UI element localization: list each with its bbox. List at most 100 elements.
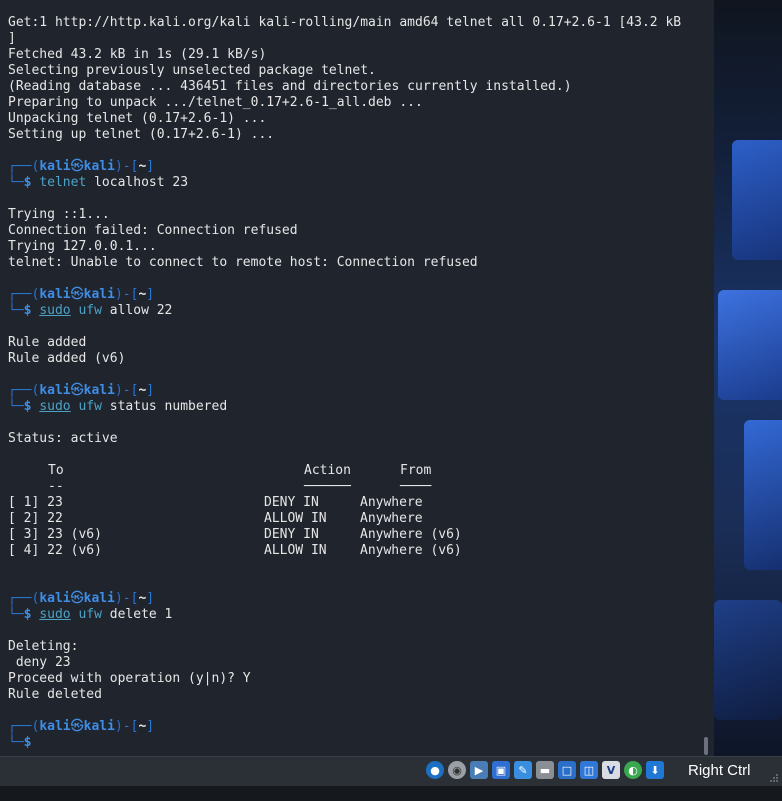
prompt-at-symbol: ㉿ xyxy=(70,719,84,734)
prompt-corner: └─ xyxy=(8,607,24,622)
ufw-table-underline: -- ────── ──── xyxy=(8,479,708,495)
prompt-dollar: $ xyxy=(23,399,32,414)
rule-from: Anywhere (v6) xyxy=(360,543,462,558)
terminal-line: Rule added (v6) xyxy=(8,351,126,366)
terminal-line: Connection failed: Connection refused xyxy=(8,223,298,238)
prompt-frame: ┌──( xyxy=(8,287,40,302)
prompt-corner: └─ xyxy=(8,303,24,318)
terminal-line: Rule added xyxy=(8,335,87,350)
prompt-frame: ┌──( xyxy=(8,159,40,174)
rule-to: [ 3] 23 (v6) xyxy=(8,527,102,542)
column-header-from: From xyxy=(400,463,432,478)
prompt-frame: ] xyxy=(146,719,155,734)
prompt-corner: └─ xyxy=(8,735,24,750)
terminal-line: Setting up telnet (0.17+2.6-1) ... xyxy=(8,127,275,142)
terminal-line: Fetched 43.2 kB in 1s (29.1 kB/s) xyxy=(8,47,267,62)
shared-folders-icon[interactable]: ▬ xyxy=(536,761,554,779)
wallpaper-keycap xyxy=(714,600,782,720)
terminal-window[interactable]: Get:1 http://http.kali.org/kali kali-rol… xyxy=(0,0,714,756)
prompt-frame: ] xyxy=(146,287,155,302)
table-row: [ 4] 22 (v6) ALLOW IN Anywhere (v6) xyxy=(8,543,708,559)
header-underline: ────── xyxy=(304,479,351,494)
wallpaper-keycap xyxy=(732,140,782,260)
table-row: [ 3] 23 (v6) DENY IN Anywhere (v6) xyxy=(8,527,708,543)
prompt-dollar: $ xyxy=(23,735,32,750)
prompt-corner: └─ xyxy=(8,399,24,414)
prompt-frame: ] xyxy=(146,591,155,606)
prompt-at-symbol: ㉿ xyxy=(70,287,84,302)
prompt-frame: ] xyxy=(146,383,155,398)
cpu-icon[interactable]: V xyxy=(602,761,620,779)
prompt-dollar: $ xyxy=(23,175,32,190)
rule-action: DENY IN xyxy=(264,495,319,510)
status-icons: ● ◉ ▶ ▣ ✎ ▬ □ ◫ V ◐ ⬇ xyxy=(426,761,664,781)
host-taskbar-edge xyxy=(0,786,782,801)
scrollbar-thumb[interactable] xyxy=(704,737,708,755)
resize-grip-icon[interactable] xyxy=(769,773,779,783)
rule-action: ALLOW IN xyxy=(264,511,327,526)
rule-action: ALLOW IN xyxy=(264,543,327,558)
mouse-integration-icon[interactable]: ◐ xyxy=(624,761,642,779)
terminal-line: Trying 127.0.0.1... xyxy=(8,239,157,254)
ufw-table-header: To Action From xyxy=(8,463,708,479)
prompt-frame: )-[ xyxy=(114,591,139,606)
vm-status-bar: ● ◉ ▶ ▣ ✎ ▬ □ ◫ V ◐ ⬇ Right Ctrl xyxy=(0,756,782,786)
active-command-line[interactable]: └─$ xyxy=(8,735,708,751)
prompt-corner: └─ xyxy=(8,175,24,190)
terminal-line: Status: active xyxy=(8,431,118,446)
hard-disk-icon[interactable]: ● xyxy=(426,761,444,779)
terminal-line: Rule deleted xyxy=(8,687,102,702)
rule-to: [ 1] 23 xyxy=(8,495,63,510)
rule-to: [ 2] 22 xyxy=(8,511,63,526)
command-name: ufw xyxy=(78,399,102,414)
prompt-dollar: $ xyxy=(23,303,32,318)
prompt-dollar: $ xyxy=(23,607,32,622)
command-name: ufw xyxy=(78,607,102,622)
column-header-to: To xyxy=(48,463,64,478)
table-row: [ 1] 23 DENY IN Anywhere xyxy=(8,495,708,511)
prompt-line: ┌──(kali㉿kali)-[~] xyxy=(8,383,708,399)
prompt-line: ┌──(kali㉿kali)-[~] xyxy=(8,287,708,303)
prompt-host: kali xyxy=(83,383,115,398)
terminal-line: Proceed with operation (y|n)? Y xyxy=(8,671,251,686)
network-icon[interactable]: ▣ xyxy=(492,761,510,779)
optical-drive-icon[interactable]: ◉ xyxy=(448,761,466,779)
recording-icon[interactable]: ◫ xyxy=(580,761,598,779)
prompt-line: ┌──(kali㉿kali)-[~] xyxy=(8,591,708,607)
prompt-user: kali xyxy=(39,591,71,606)
display-icon[interactable]: □ xyxy=(558,761,576,779)
table-row: [ 2] 22 ALLOW IN Anywhere xyxy=(8,511,708,527)
command-name: telnet xyxy=(39,175,87,190)
prompt-host: kali xyxy=(83,591,115,606)
terminal-line: Unpacking telnet (0.17+2.6-1) ... xyxy=(8,111,267,126)
terminal-line: (Reading database ... 436451 files and d… xyxy=(8,79,572,94)
prompt-frame: ┌──( xyxy=(8,719,40,734)
prompt-line: ┌──(kali㉿kali)-[~] xyxy=(8,719,708,735)
prompt-frame: )-[ xyxy=(114,159,139,174)
terminal-line: ] xyxy=(8,31,16,46)
host-key-indicator-icon[interactable]: ⬇ xyxy=(646,761,664,779)
rule-action: DENY IN xyxy=(264,527,319,542)
prompt-frame: ┌──( xyxy=(8,383,40,398)
command-line: └─$ telnet localhost 23 xyxy=(8,175,708,191)
prompt-line: ┌──(kali㉿kali)-[~] xyxy=(8,159,708,175)
prompt-user: kali xyxy=(39,719,71,734)
usb-icon[interactable]: ✎ xyxy=(514,761,532,779)
header-underline: -- xyxy=(48,479,64,494)
host-key-label: Right Ctrl xyxy=(688,762,751,779)
desktop-wallpaper xyxy=(714,0,782,756)
audio-icon[interactable]: ▶ xyxy=(470,761,488,779)
prompt-user: kali xyxy=(39,287,71,302)
rule-from: Anywhere (v6) xyxy=(360,527,462,542)
header-underline: ──── xyxy=(400,479,432,494)
